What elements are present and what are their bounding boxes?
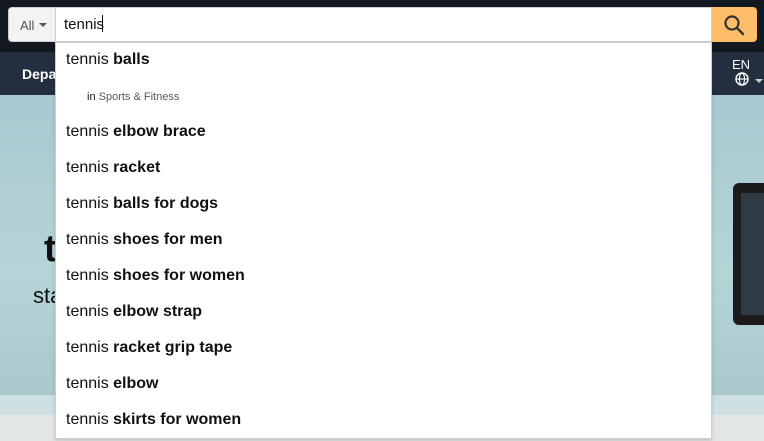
suggestion-item[interactable]: tennis skirts for women — [66, 411, 241, 429]
tablet-screen — [741, 193, 764, 315]
suggestion-item[interactable]: tennis elbow brace — [66, 123, 206, 141]
suggestion-item[interactable]: tennis shoes for men — [66, 231, 223, 249]
suggestion-item[interactable]: tennis balls for dogs — [66, 195, 218, 213]
chevron-down-icon — [755, 79, 763, 83]
suggestion-completion: elbow brace — [113, 123, 206, 140]
text-cursor — [102, 15, 103, 32]
suggestion-item[interactable]: tennis shoes for women — [66, 267, 245, 285]
search-input[interactable] — [55, 7, 712, 42]
suggestion-prefix: tennis — [66, 411, 109, 428]
suggestion-prefix: tennis — [66, 51, 109, 68]
suggestion-prefix: tennis — [66, 339, 109, 356]
suggestion-prefix: tennis — [66, 303, 109, 320]
search-button[interactable] — [712, 7, 757, 42]
suggestion-prefix: tennis — [66, 123, 109, 140]
search-category-label: All — [20, 18, 35, 33]
suggestion-prefix: tennis — [66, 195, 109, 212]
suggestion-category-hint[interactable]: in Sports & Fitness — [87, 91, 179, 103]
suggestion-completion: balls — [113, 51, 150, 68]
language-selector-label[interactable]: EN — [732, 57, 750, 72]
suggestion-completion: shoes for men — [113, 231, 223, 248]
suggestion-completion: shoes for women — [113, 267, 245, 284]
suggestion-prefix: tennis — [66, 267, 109, 284]
suggestion-item[interactable]: tennis balls — [66, 51, 150, 69]
suggestion-completion: balls for dogs — [113, 195, 219, 212]
suggestion-completion: skirts for women — [113, 411, 242, 428]
suggestion-completion: racket — [113, 159, 161, 176]
suggestion-item[interactable]: tennis elbow — [66, 375, 159, 393]
suggestion-prefix: tennis — [66, 375, 109, 392]
category-name: Sports & Fitness — [98, 91, 180, 103]
search-icon — [724, 15, 745, 36]
globe-icon[interactable] — [735, 72, 749, 86]
search-category-dropdown[interactable]: All — [8, 7, 55, 42]
category-in-label: in — [87, 91, 96, 103]
suggestion-completion: racket grip tape — [113, 339, 233, 356]
suggestion-item[interactable]: tennis racket — [66, 159, 160, 177]
suggestion-prefix: tennis — [66, 231, 109, 248]
chevron-down-icon — [39, 23, 47, 27]
suggestion-item[interactable]: tennis racket grip tape — [66, 339, 232, 357]
suggestion-item[interactable]: tennis elbow strap — [66, 303, 202, 321]
suggestion-completion: elbow — [113, 375, 159, 392]
suggestion-completion: elbow strap — [113, 303, 203, 320]
suggestion-prefix: tennis — [66, 159, 109, 176]
